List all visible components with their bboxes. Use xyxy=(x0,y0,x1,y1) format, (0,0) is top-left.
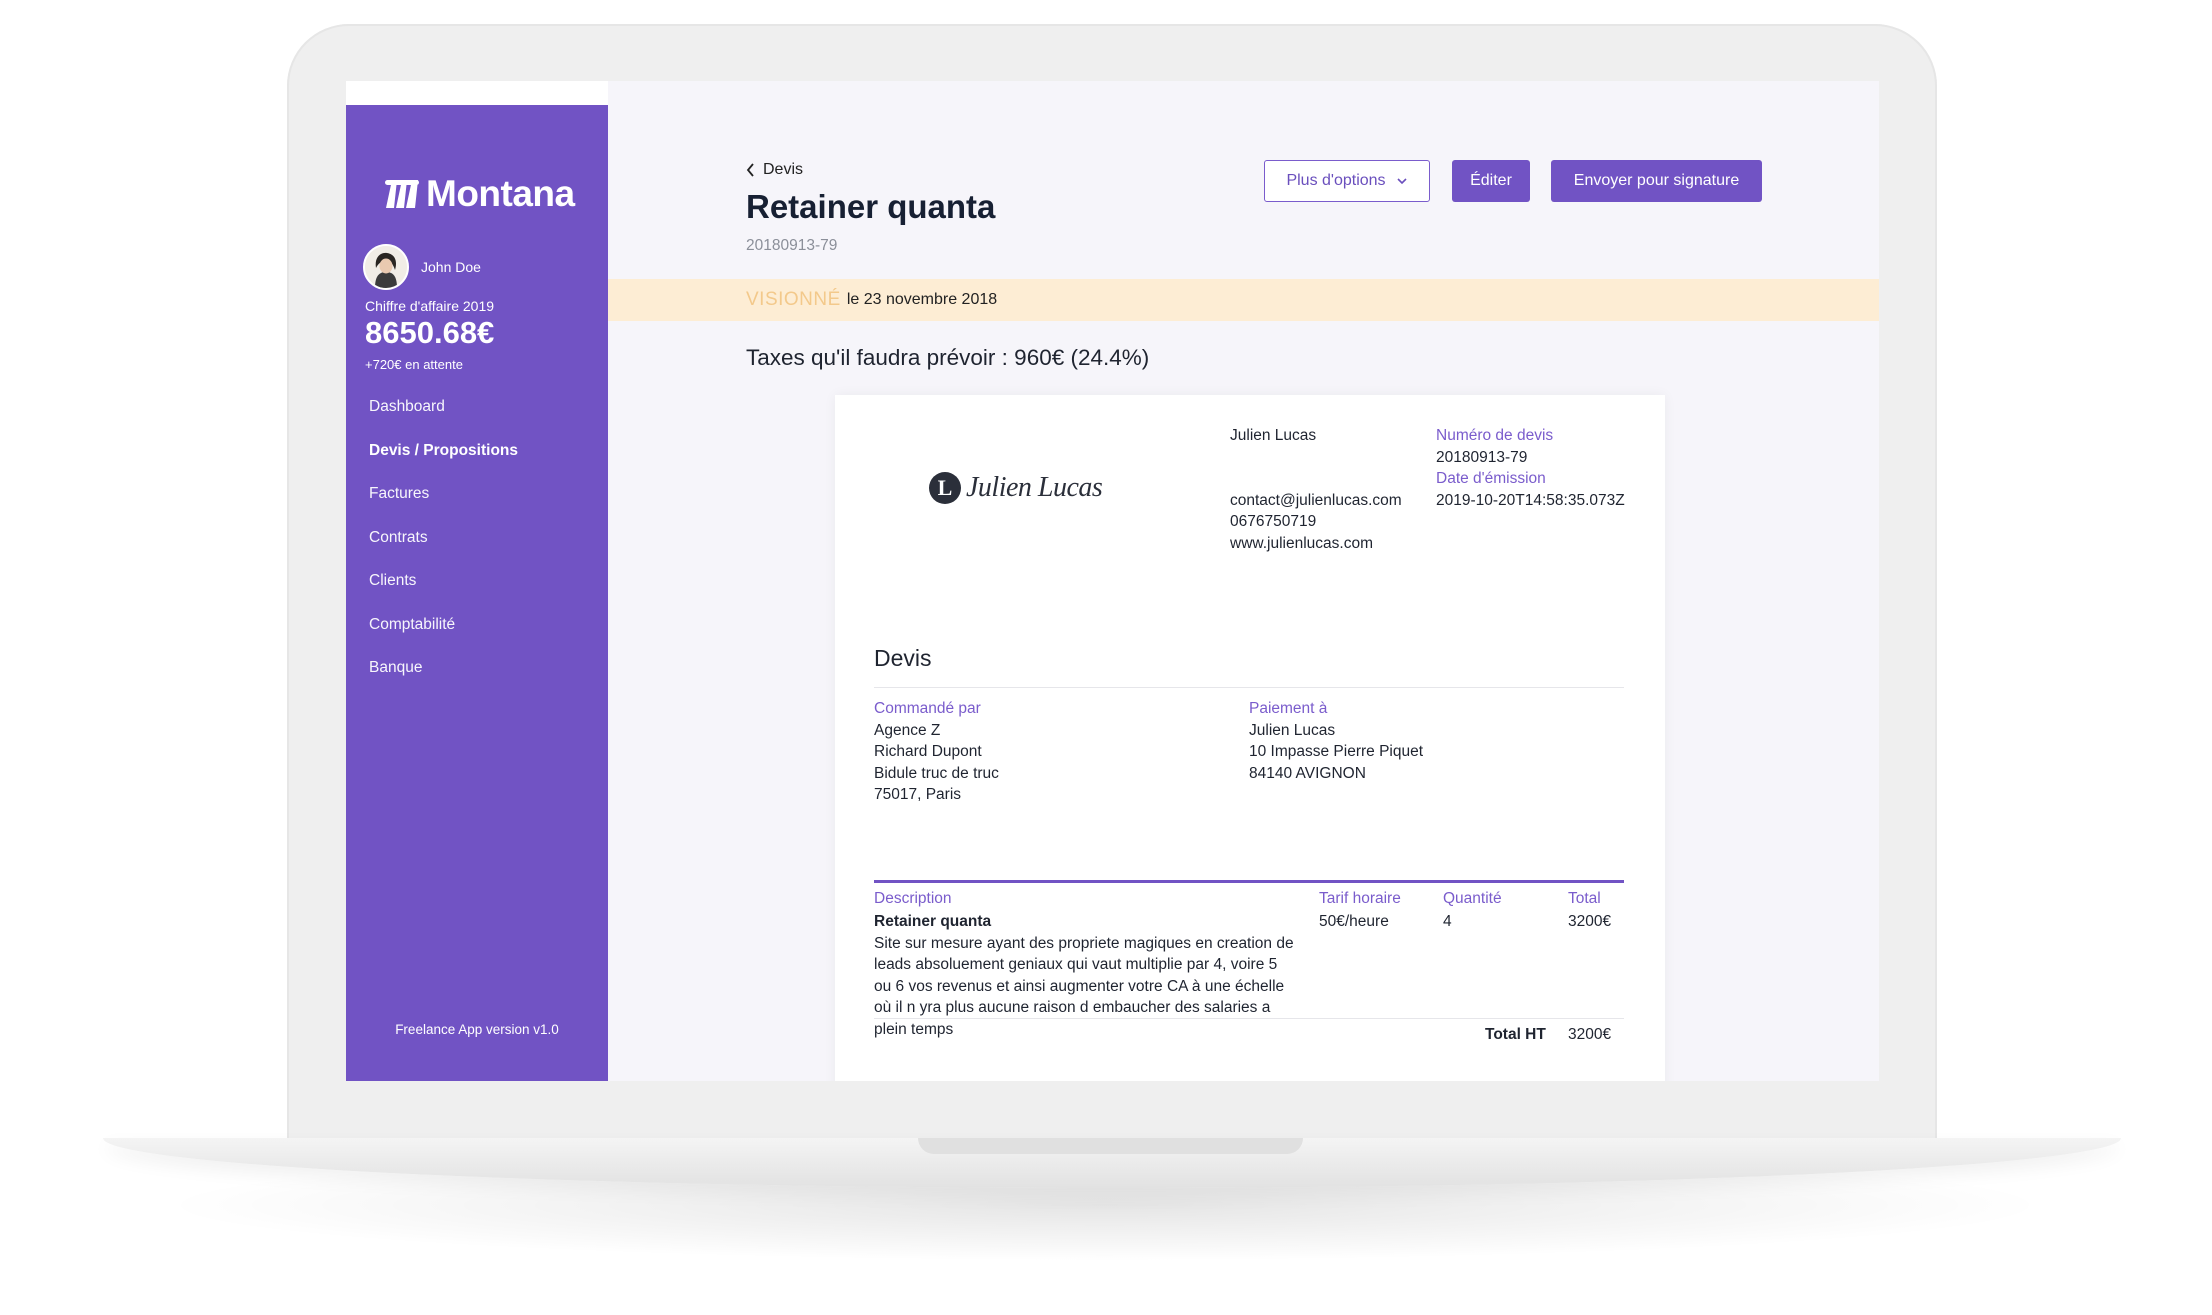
issuer-name: Julien Lucas xyxy=(1230,427,1317,444)
status-banner: VISIONNÉ le 23 novembre 2018 xyxy=(608,279,1879,321)
payment-to-line: Julien Lucas xyxy=(1249,721,1336,739)
item-description: Site sur mesure ayant des propriete magi… xyxy=(874,934,1294,1038)
brand-logo[interactable]: Montana xyxy=(382,173,575,215)
avatar xyxy=(363,244,409,290)
sidebar-item-contrats[interactable]: Contrats xyxy=(369,516,518,560)
issuer-logo: L Julien Lucas xyxy=(929,472,1103,504)
quote-meta: Numéro de devis 20180913-79 Date d'émiss… xyxy=(1436,425,1625,511)
item-rate: 50€/heure xyxy=(1319,913,1389,930)
page-title: Retainer quanta xyxy=(746,188,996,225)
more-options-label: Plus d'options xyxy=(1286,172,1386,189)
total-ht-label: Total HT xyxy=(1485,1026,1546,1043)
sidebar-item-comptabilite[interactable]: Comptabilité xyxy=(369,603,518,647)
sidebar-item-factures[interactable]: Factures xyxy=(369,472,518,516)
logo-text: Julien Lucas xyxy=(966,472,1103,503)
taxes-estimate: Taxes qu'il faudra prévoir : 960€ (24.4%… xyxy=(746,345,1150,370)
status-date: le 23 novembre 2018 xyxy=(846,291,998,308)
brand-name: Montana xyxy=(426,173,575,214)
ordered-by-label: Commandé par xyxy=(874,700,981,717)
revenue-pending: +720€ en attente xyxy=(365,357,463,372)
user-avatar-icon xyxy=(365,246,407,288)
document-title: Devis xyxy=(874,645,932,671)
payment-to-label: Paiement à xyxy=(1249,700,1328,717)
sidebar-nav: Dashboard Devis / Propositions Factures … xyxy=(369,385,518,690)
issuer-info: Julien Lucas contact@julienlucas.com 067… xyxy=(1230,425,1402,554)
chevron-down-icon xyxy=(1396,178,1407,185)
ordered-by-line: Agence Z xyxy=(874,721,941,739)
more-options-button[interactable]: Plus d'options xyxy=(1264,160,1430,202)
sidebar-item-dashboard[interactable]: Dashboard xyxy=(369,385,518,429)
ordered-by-line: Bidule truc de truc xyxy=(874,764,999,782)
laptop-notch xyxy=(918,1138,1303,1154)
status-badge: VISIONNÉ xyxy=(746,289,841,310)
issuer-website: www.julienlucas.com xyxy=(1230,534,1373,552)
ordered-by-line: Richard Dupont xyxy=(874,743,982,760)
item-total: 3200€ xyxy=(1568,913,1612,930)
app-version: Freelance App version v1.0 xyxy=(395,1022,559,1037)
issue-date-label: Date d'émission xyxy=(1436,470,1546,487)
back-link-label: Devis xyxy=(763,161,804,178)
item-quantity: 4 xyxy=(1443,913,1452,930)
column-header-total: Total xyxy=(1568,890,1601,907)
table-top-rule xyxy=(874,880,1624,883)
divider xyxy=(874,687,1624,688)
sidebar-item-devis[interactable]: Devis / Propositions xyxy=(369,429,518,473)
edit-button[interactable]: Éditer xyxy=(1452,160,1530,202)
ordered-by: Commandé par Agence Z Richard Dupont Bid… xyxy=(874,698,999,806)
page-reference: 20180913-79 xyxy=(746,237,838,254)
payment-to-line: 10 Impasse Pierre Piquet xyxy=(1249,743,1424,760)
column-header-quantity: Quantité xyxy=(1443,890,1502,907)
quote-number-label: Numéro de devis xyxy=(1436,427,1554,444)
column-header-description: Description xyxy=(874,890,952,907)
quote-document: L Julien Lucas Julien Lucas contact@juli… xyxy=(835,395,1665,1081)
issuer-phone: 0676750719 xyxy=(1230,513,1317,530)
user-profile[interactable]: John Doe xyxy=(363,244,481,290)
main-content: Devis Retainer quanta 20180913-79 Plus d… xyxy=(608,81,1879,1081)
payment-to: Paiement à Julien Lucas 10 Impasse Pierr… xyxy=(1249,698,1423,784)
user-name: John Doe xyxy=(421,259,481,275)
send-for-signature-button[interactable]: Envoyer pour signature xyxy=(1551,160,1762,202)
payment-to-line: 84140 AVIGNON xyxy=(1249,764,1366,782)
ordered-by-line: 75017, Paris xyxy=(874,786,962,803)
total-ht-value: 3200€ xyxy=(1568,1026,1612,1043)
back-link[interactable]: Devis xyxy=(746,161,803,179)
revenue-value: 8650.68€ xyxy=(365,315,495,350)
montana-logo-icon xyxy=(385,180,419,208)
chevron-left-icon xyxy=(746,163,754,177)
divider xyxy=(874,1018,1624,1019)
column-header-rate: Tarif horaire xyxy=(1319,890,1401,907)
sidebar-item-banque[interactable]: Banque xyxy=(369,646,518,690)
logo-badge: L xyxy=(929,472,961,504)
issue-date-value: 2019-10-20T14:58:35.073Z xyxy=(1436,491,1625,509)
sidebar: Montana John Doe Chiffre d'affaire 2019 … xyxy=(346,105,608,1081)
quote-number-value: 20180913-79 xyxy=(1436,448,1528,466)
table-row: Retainer quanta Site sur mesure ayant de… xyxy=(874,911,1294,1040)
app-screen: Montana John Doe Chiffre d'affaire 2019 … xyxy=(346,81,1879,1081)
item-name: Retainer quanta xyxy=(874,913,992,930)
revenue-label: Chiffre d'affaire 2019 xyxy=(365,298,495,314)
sidebar-item-clients[interactable]: Clients xyxy=(369,559,518,603)
issuer-email: contact@julienlucas.com xyxy=(1230,491,1402,509)
